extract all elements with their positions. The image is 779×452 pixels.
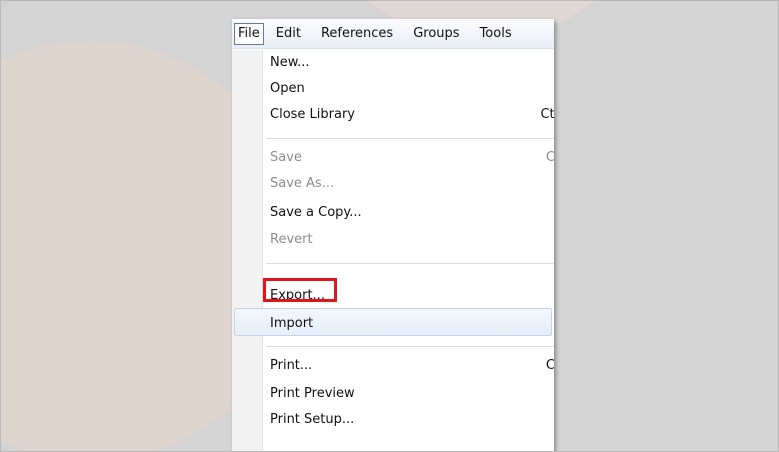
menu-item-new[interactable]: New... [270,53,310,73]
menu-item-save-as[interactable]: Save As... [270,174,334,194]
menu-edit[interactable]: Edit [274,24,303,44]
menu-item-close-library[interactable]: Close Library [270,105,355,125]
menu-bar: File Edit References Groups Tools [232,19,554,49]
menu-file[interactable]: File [234,22,264,45]
menu-tools[interactable]: Tools [478,24,514,44]
menu-separator [266,138,554,139]
menu-item-print[interactable]: Print... [270,356,312,376]
shortcut-close-library: Ctr [540,107,554,122]
menu-references[interactable]: References [319,24,395,44]
menu-separator [266,263,554,264]
shortcut-print: Ct [545,358,554,373]
menu-icon-gutter [232,50,263,451]
application-window: File Edit References Groups Tools New...… [232,19,554,451]
menu-item-print-setup[interactable]: Print Setup... [270,410,354,430]
screenshot-frame: File Edit References Groups Tools New...… [0,0,779,452]
menu-item-import[interactable]: Import [270,314,313,334]
menu-item-print-preview[interactable]: Print Preview [270,384,355,404]
shortcut-save: Ct [545,150,554,165]
menu-item-open[interactable]: Open [270,79,305,99]
menu-item-save[interactable]: Save [270,148,302,168]
file-menu-dropdown: New... Open Close Library Ctr Save Ct Sa… [232,50,554,451]
export-highlight-box [263,278,337,302]
menu-groups[interactable]: Groups [411,24,461,44]
menu-item-save-a-copy[interactable]: Save a Copy... [270,203,362,223]
menu-item-revert[interactable]: Revert [270,230,313,250]
menu-separator [266,346,554,347]
